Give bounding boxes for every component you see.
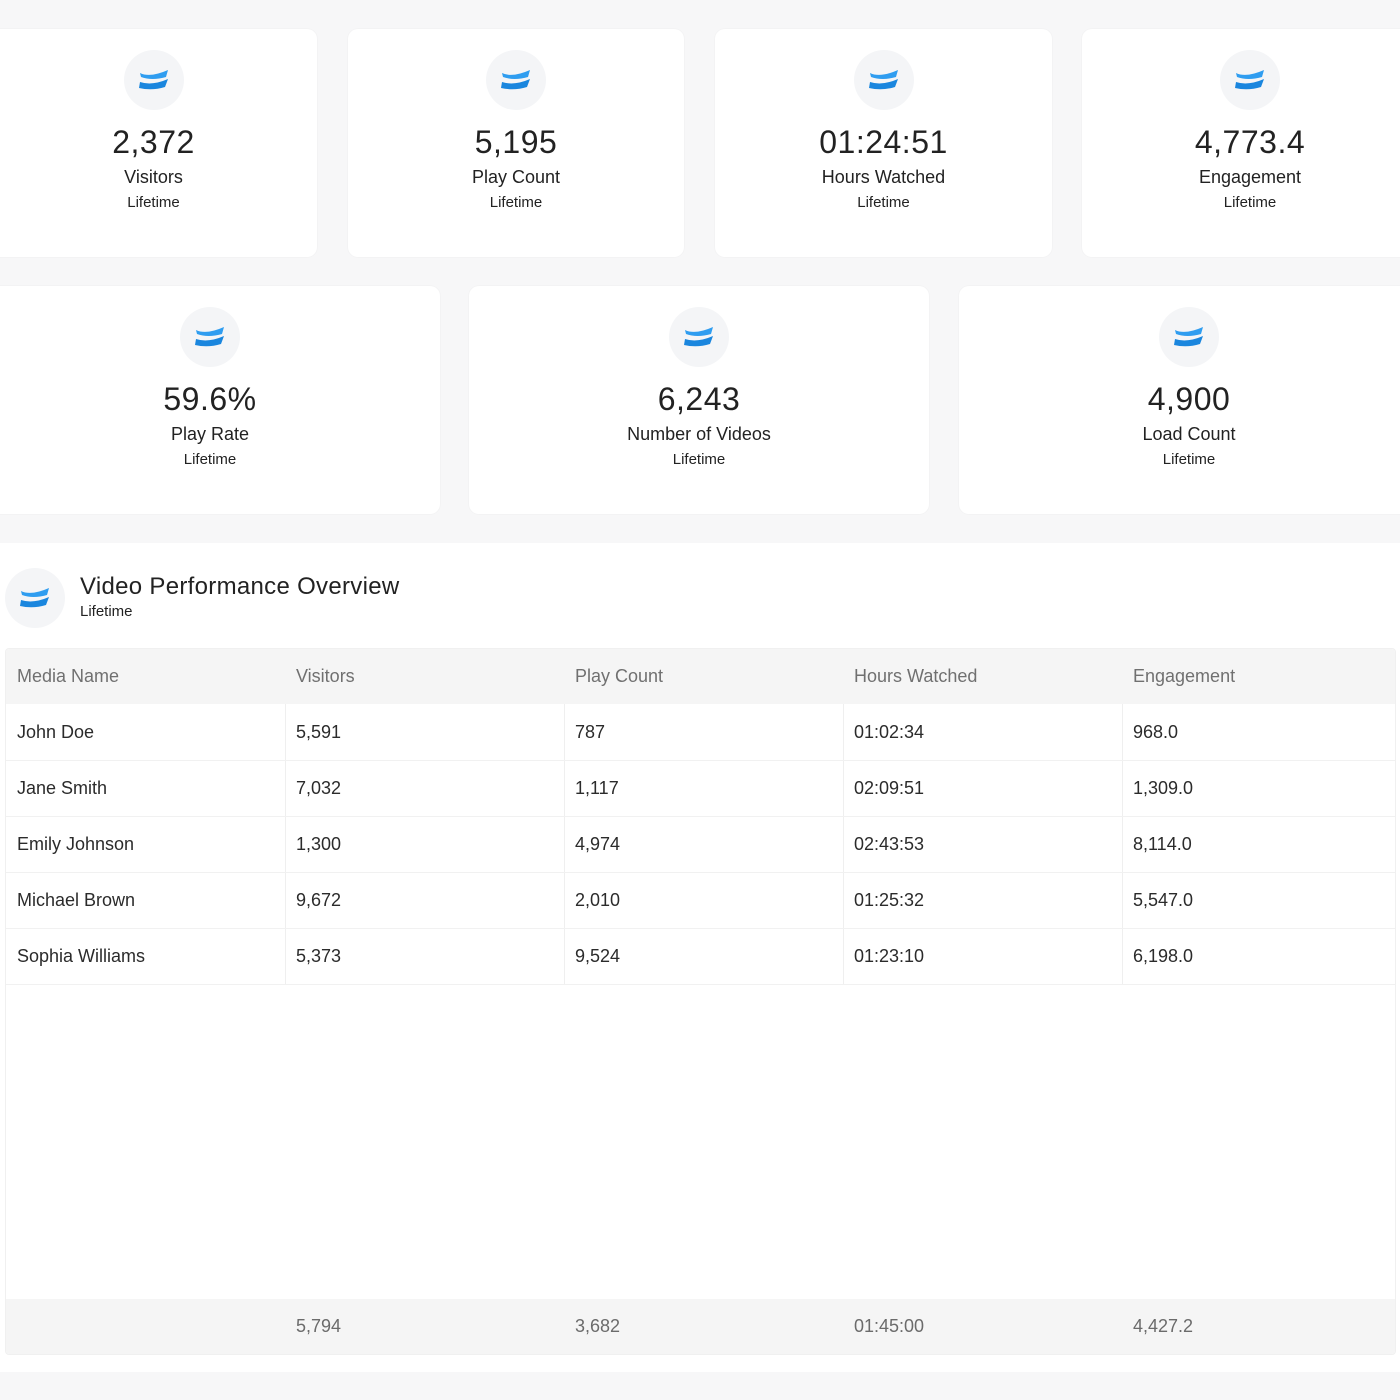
media-name-cell: John Doe: [17, 721, 95, 742]
performance-table: Media Name Visitors Play Count Hours Wat…: [5, 648, 1396, 1355]
totals-label-cell: [6, 1299, 285, 1354]
play-count-cell: 9,524: [575, 945, 621, 966]
table-row[interactable]: Jane Smith 7,032 1,117 02:09:51 1,309.0: [6, 760, 1395, 817]
engagement-total-cell: 4,427.2: [1133, 1316, 1194, 1336]
stat-card-load-count: 4,900 Load Count Lifetime: [959, 286, 1400, 514]
stat-card-engagement: 4,773.4 Engagement Lifetime: [1082, 29, 1400, 257]
stat-value: 59.6%: [163, 381, 257, 417]
hours-watched-cell: 02:09:51: [854, 777, 925, 798]
stat-value: 4,900: [1147, 381, 1231, 417]
stat-value: 5,195: [474, 124, 558, 160]
engagement-cell: 1,309.0: [1133, 777, 1194, 798]
engagement-cell: 8,114.0: [1133, 833, 1192, 854]
stat-period: Lifetime: [857, 194, 910, 211]
stat-card-play-rate: 59.6% Play Rate Lifetime: [0, 286, 440, 514]
wistia-logo-icon: [1159, 307, 1219, 367]
play-count-cell: 4,974: [575, 833, 621, 854]
hours-watched-cell: 01:23:10: [854, 945, 925, 966]
hours-watched-total-cell: 01:45:00: [854, 1316, 925, 1336]
table-row[interactable]: John Doe 5,591 787 01:02:34 968.0: [6, 704, 1395, 761]
stat-label: Engagement: [1198, 167, 1302, 187]
stat-label: Number of Videos: [627, 424, 771, 444]
column-header-hours-watched[interactable]: Hours Watched: [843, 649, 1122, 704]
wistia-logo-icon: [669, 307, 729, 367]
stat-value: 01:24:51: [819, 124, 948, 160]
play-count-cell: 787: [575, 721, 606, 742]
stat-value: 4,773.4: [1194, 124, 1306, 160]
visitors-cell: 9,672: [296, 889, 342, 910]
visitors-cell: 7,032: [296, 777, 342, 798]
wistia-logo-icon: [123, 50, 184, 110]
wistia-logo-icon: [180, 307, 240, 367]
stat-value: 6,243: [657, 381, 741, 417]
table-totals-row: 5,794 3,682 01:45:00 4,427.2: [6, 1299, 1395, 1354]
hours-watched-cell: 02:43:53: [854, 833, 925, 854]
column-header-play-count[interactable]: Play Count: [564, 649, 843, 704]
stat-card-hours-watched: 01:24:51 Hours Watched Lifetime: [715, 29, 1052, 257]
hours-watched-cell: 01:25:32: [854, 889, 925, 910]
stat-card-number-of-videos: 6,243 Number of Videos Lifetime: [469, 286, 929, 514]
visitors-cell: 5,591: [296, 721, 342, 742]
stat-value: 2,372: [112, 124, 195, 160]
panel-period: Lifetime: [80, 603, 133, 620]
visitors-total-cell: 5,794: [296, 1316, 342, 1336]
stat-label: Visitors: [124, 167, 183, 187]
media-name-cell: Sophia Williams: [17, 945, 146, 966]
stat-period: Lifetime: [1223, 194, 1277, 211]
table-row[interactable]: Sophia Williams 5,373 9,524 01:23:10 6,1…: [6, 928, 1395, 985]
media-name-cell: Michael Brown: [17, 889, 136, 910]
stat-period: Lifetime: [672, 451, 726, 468]
column-header-visitors[interactable]: Visitors: [285, 649, 564, 704]
stat-label: Play Rate: [170, 424, 250, 444]
stat-period: Lifetime: [127, 194, 180, 211]
panel-title: Video Performance Overview: [80, 573, 400, 600]
play-count-cell: 2,010: [575, 889, 621, 910]
play-count-total-cell: 3,682: [575, 1316, 621, 1336]
column-header-media-name[interactable]: Media Name: [6, 649, 285, 704]
media-name-cell: Emily Johnson: [17, 833, 135, 854]
engagement-cell: 6,198.0: [1133, 945, 1194, 966]
wistia-logo-icon: [486, 50, 546, 110]
engagement-cell: 968.0: [1133, 721, 1179, 742]
stat-period: Lifetime: [183, 451, 237, 468]
stat-card-play-count: 5,195 Play Count Lifetime: [348, 29, 684, 257]
wistia-logo-icon: [853, 50, 914, 110]
table-row[interactable]: Emily Johnson 1,300 4,974 02:43:53 8,114…: [6, 816, 1395, 873]
stat-period: Lifetime: [489, 194, 543, 211]
wistia-logo-icon: [1220, 50, 1280, 110]
visitors-cell: 5,373: [296, 945, 342, 966]
media-name-cell: Jane Smith: [17, 777, 108, 798]
table-header: Media Name Visitors Play Count Hours Wat…: [6, 649, 1395, 704]
video-performance-panel: Video Performance Overview Lifetime Medi…: [0, 543, 1400, 1372]
column-header-engagement[interactable]: Engagement: [1122, 649, 1395, 704]
play-count-cell: 1,117: [575, 777, 619, 798]
stat-card-visitors: 2,372 Visitors Lifetime: [0, 29, 317, 257]
hours-watched-cell: 01:02:34: [854, 721, 925, 742]
stat-label: Hours Watched: [821, 167, 946, 187]
stat-label: Play Count: [471, 167, 561, 187]
table-row[interactable]: Michael Brown 9,672 2,010 01:25:32 5,547…: [6, 872, 1395, 929]
visitors-cell: 1,300: [296, 833, 342, 854]
stat-period: Lifetime: [1162, 451, 1216, 468]
wistia-logo-icon: [5, 568, 65, 628]
engagement-cell: 5,547.0: [1133, 889, 1194, 910]
stat-label: Load Count: [1142, 424, 1236, 444]
